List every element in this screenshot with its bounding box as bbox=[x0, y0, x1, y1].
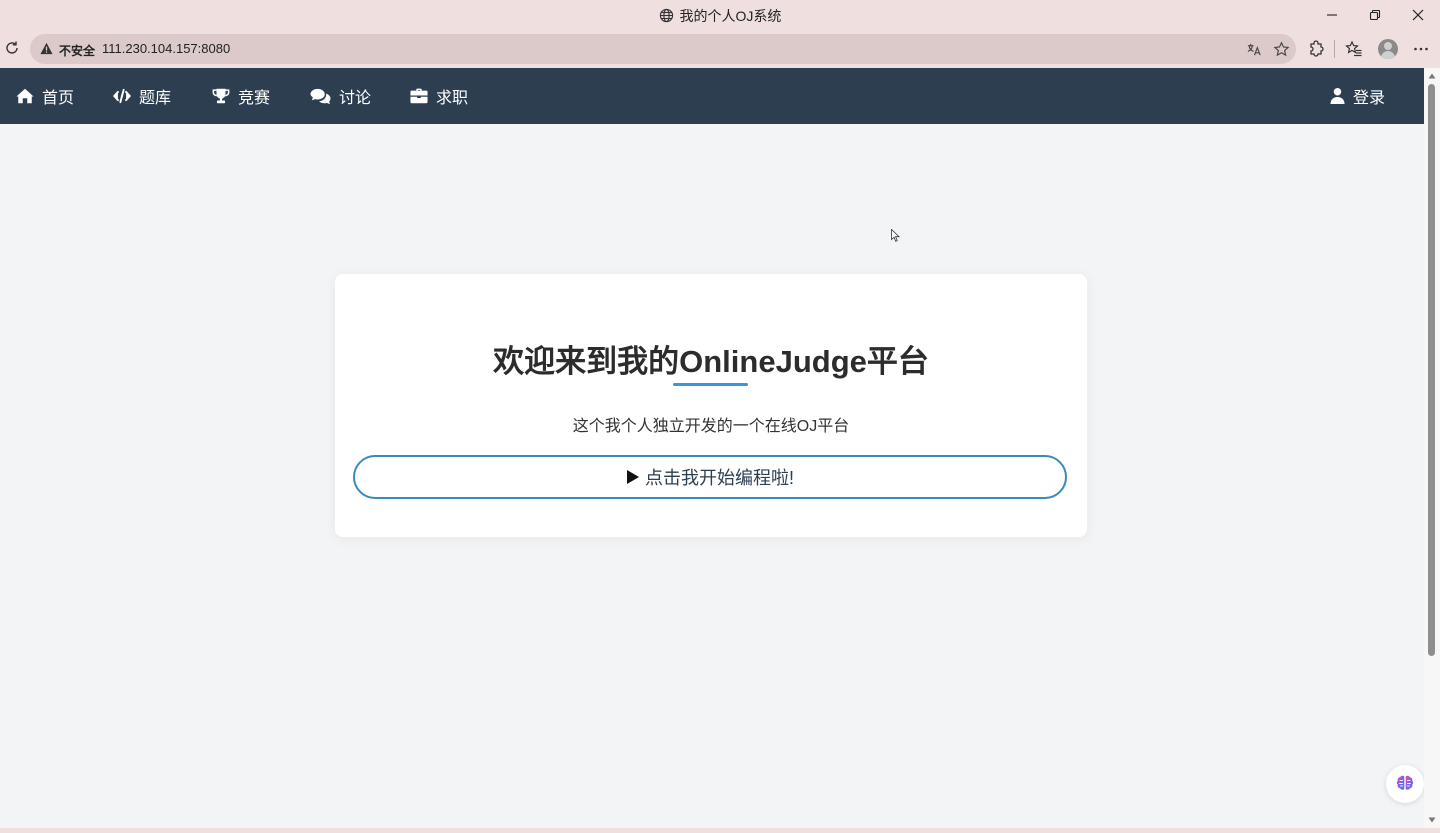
warning-icon bbox=[40, 42, 53, 55]
close-icon bbox=[1412, 9, 1424, 21]
security-label[interactable]: 不安全 bbox=[59, 42, 95, 59]
vertical-scrollbar[interactable] bbox=[1424, 68, 1440, 828]
nav-item-jobs[interactable]: 求职 bbox=[410, 68, 468, 124]
login-label: 登录 bbox=[1353, 90, 1386, 107]
close-window-button[interactable] bbox=[1398, 3, 1438, 27]
restore-button[interactable] bbox=[1355, 3, 1395, 27]
user-icon bbox=[1330, 88, 1345, 104]
mouse-cursor-icon bbox=[891, 229, 900, 242]
reload-icon[interactable] bbox=[3, 39, 21, 57]
toolbar-separator bbox=[1334, 40, 1335, 58]
browser-title-bar: 我的个人OJ系统 bbox=[0, 0, 1440, 30]
page-subtitle: 这个我个人独立开发的一个在线OJ平台 bbox=[572, 418, 850, 435]
nav-item-home[interactable]: 首页 bbox=[16, 68, 74, 124]
trophy-icon bbox=[212, 88, 230, 104]
address-bar[interactable]: 不安全 111.230.104.157:8080 bbox=[30, 34, 1296, 64]
nav-label-home: 首页 bbox=[42, 90, 75, 107]
start-coding-label: 点击我开始编程啦! bbox=[644, 468, 794, 488]
window-title: 我的个人OJ系统 bbox=[0, 6, 1440, 26]
favorites-icon[interactable] bbox=[1345, 40, 1363, 58]
extensions-icon[interactable] bbox=[1307, 40, 1325, 58]
comments-icon bbox=[310, 88, 331, 105]
url-text[interactable]: 111.230.104.157:8080 bbox=[102, 41, 230, 56]
globe-icon bbox=[659, 8, 673, 23]
brain-icon bbox=[1396, 775, 1414, 790]
page-viewport: 首页 题库 竞赛 讨论 求职 登录 欢迎来到我的OnlineJudge平台 这个… bbox=[0, 68, 1424, 828]
browser-toolbar: 不安全 111.230.104.157:8080 bbox=[0, 30, 1440, 68]
favorite-star-icon[interactable] bbox=[1273, 41, 1290, 58]
more-options-icon[interactable] bbox=[1412, 40, 1430, 58]
nav-label-contests: 竞赛 bbox=[238, 90, 271, 107]
home-icon bbox=[16, 88, 34, 104]
page-title: 欢迎来到我的OnlineJudge平台 bbox=[493, 344, 929, 379]
scrollbar-thumb[interactable] bbox=[1428, 84, 1435, 656]
start-coding-button[interactable]: 点击我开始编程啦! bbox=[353, 455, 1067, 499]
minimize-icon bbox=[1327, 14, 1337, 16]
title-underline bbox=[673, 383, 748, 386]
nav-label-discussions: 讨论 bbox=[339, 90, 372, 107]
code-icon bbox=[113, 88, 131, 104]
scroll-down-icon[interactable] bbox=[1428, 816, 1436, 824]
nav-label-problems: 题库 bbox=[139, 90, 172, 107]
nav-item-problems[interactable]: 题库 bbox=[113, 68, 171, 124]
top-navbar: 首页 题库 竞赛 讨论 求职 登录 bbox=[0, 68, 1424, 124]
assistant-button[interactable] bbox=[1386, 765, 1424, 803]
login-link[interactable]: 登录 bbox=[1330, 68, 1385, 124]
translate-icon[interactable] bbox=[1246, 41, 1263, 58]
nav-item-contests[interactable]: 竞赛 bbox=[212, 68, 270, 124]
minimize-button[interactable] bbox=[1312, 3, 1352, 27]
nav-item-discussions[interactable]: 讨论 bbox=[310, 68, 371, 124]
tab-title-text: 我的个人OJ系统 bbox=[679, 8, 782, 24]
welcome-card: 欢迎来到我的OnlineJudge平台 这个我个人独立开发的一个在线OJ平台 点… bbox=[335, 274, 1087, 537]
scroll-up-icon[interactable] bbox=[1428, 72, 1436, 80]
nav-label-jobs: 求职 bbox=[436, 90, 469, 107]
briefcase-icon bbox=[410, 88, 428, 104]
profile-avatar[interactable] bbox=[1378, 39, 1398, 59]
window-bottom-edge bbox=[0, 828, 1440, 833]
play-icon bbox=[626, 470, 639, 484]
restore-icon bbox=[1369, 9, 1381, 21]
